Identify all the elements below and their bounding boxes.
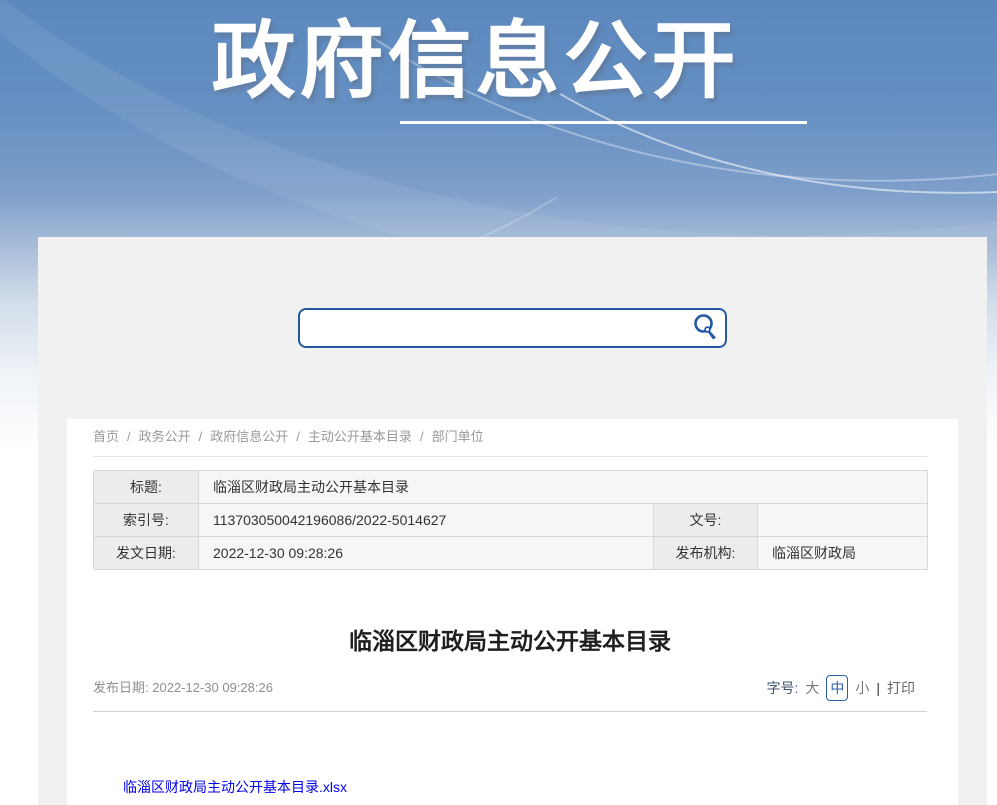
fontsize-widget: 字号: 大 中 小 | 打印 <box>766 676 915 700</box>
info-label-date: 发文日期: <box>94 537 199 570</box>
table-row: 发文日期: 2022-12-30 09:28:26 发布机构: 临淄区财政局 <box>94 537 928 570</box>
page-background: 政府信息公开 首页 / 政务公开 / 政府信息公开 / 主动公开基本目录 / 部门单位 <box>0 0 997 805</box>
search-button[interactable] <box>685 310 725 346</box>
info-value-index: 113703050042196086/2022-5014627 <box>199 504 654 537</box>
breadcrumb-item-xinxigongkai[interactable]: 政府信息公开 <box>210 429 288 444</box>
magnifier-icon <box>690 312 720 345</box>
breadcrumb-item-zhengwu[interactable]: 政务公开 <box>139 429 191 444</box>
fontsize-medium-button[interactable]: 中 <box>826 675 848 701</box>
attachment-row: 临淄区财政局主动公开基本目录.xlsx <box>123 777 347 797</box>
search-box <box>298 308 727 348</box>
attachment-link[interactable]: 临淄区财政局主动公开基本目录.xlsx <box>123 779 347 795</box>
breadcrumb-separator: / <box>420 429 424 444</box>
info-value-date: 2022-12-30 09:28:26 <box>199 537 654 570</box>
print-button[interactable]: 打印 <box>887 676 915 700</box>
info-label-index: 索引号: <box>94 504 199 537</box>
article-meta-row: 发布日期: 2022-12-30 09:28:26 字号: 大 中 小 | 打印 <box>93 676 927 700</box>
page-title: 临淄区财政局主动公开基本目录 <box>93 625 927 657</box>
info-label-org: 发布机构: <box>654 537 758 570</box>
breadcrumb-divider <box>93 456 927 457</box>
banner-underline <box>400 121 807 124</box>
publish-date-label: 发布日期: <box>93 680 149 695</box>
table-row: 标题: 临淄区财政局主动公开基本目录 <box>94 471 928 504</box>
fontsize-label: 字号: <box>766 676 798 700</box>
breadcrumb-separator: / <box>127 429 131 444</box>
publish-date-value: 2022-12-30 09:28:26 <box>152 680 273 695</box>
info-table: 标题: 临淄区财政局主动公开基本目录 索引号: 1137030500421960… <box>93 470 928 570</box>
info-label-docnum: 文号: <box>654 504 758 537</box>
banner-title: 政府信息公开 <box>0 2 951 120</box>
content-panel: 首页 / 政务公开 / 政府信息公开 / 主动公开基本目录 / 部门单位 标题: 临淄区财政局主… <box>38 237 987 805</box>
info-label-title: 标题: <box>94 471 199 504</box>
breadcrumb-item-mulu[interactable]: 主动公开基本目录 <box>308 429 412 444</box>
fontsize-large-button[interactable]: 大 <box>805 676 819 700</box>
breadcrumb-separator: / <box>199 429 203 444</box>
vertical-divider: | <box>876 676 880 700</box>
fontsize-small-button[interactable]: 小 <box>855 676 869 700</box>
info-value-docnum <box>758 504 928 537</box>
article-card: 首页 / 政务公开 / 政府信息公开 / 主动公开基本目录 / 部门单位 标题: 临淄区财政局主… <box>67 419 958 805</box>
banner: 政府信息公开 <box>0 0 997 237</box>
info-value-title: 临淄区财政局主动公开基本目录 <box>199 471 928 504</box>
breadcrumb-separator: / <box>296 429 300 444</box>
breadcrumb-item-bumen[interactable]: 部门单位 <box>432 429 484 444</box>
info-value-org: 临淄区财政局 <box>758 537 928 570</box>
content-divider <box>93 711 927 712</box>
table-row: 索引号: 113703050042196086/2022-5014627 文号: <box>94 504 928 537</box>
breadcrumb-item-home[interactable]: 首页 <box>93 429 119 444</box>
breadcrumb: 首页 / 政务公开 / 政府信息公开 / 主动公开基本目录 / 部门单位 <box>93 427 927 447</box>
search-input[interactable] <box>300 310 685 346</box>
